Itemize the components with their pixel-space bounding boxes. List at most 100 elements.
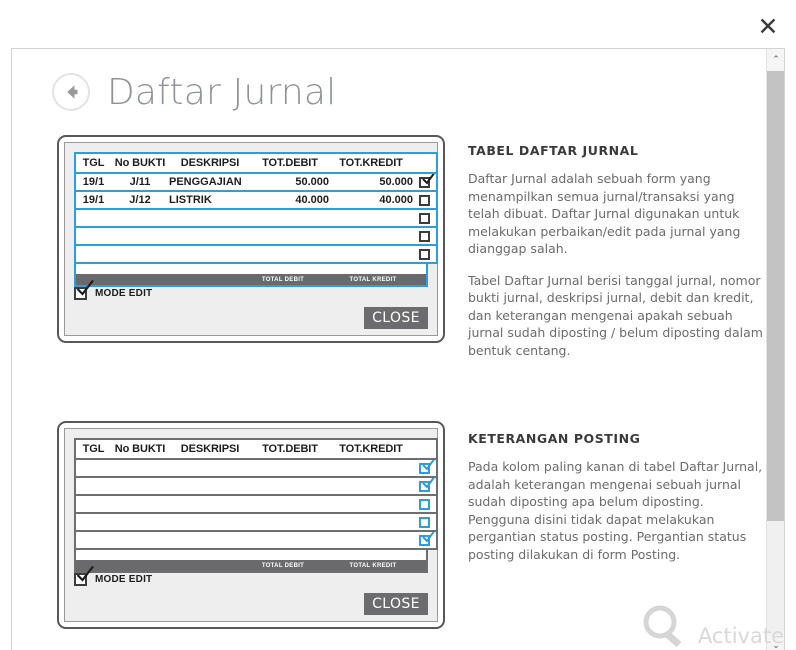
- mode-edit-checkbox[interactable]: MODE EDIT: [74, 279, 153, 300]
- checkbox-unchecked-icon[interactable]: [419, 212, 430, 224]
- section-text: KETERANGAN POSTING Pada kolom paling kan…: [468, 431, 764, 563]
- cell-bukti: [111, 531, 169, 549]
- close-button[interactable]: CLOSE: [364, 593, 428, 615]
- totals-bar: TOTAL DEBIT TOTAL KREDIT: [76, 274, 426, 285]
- table-row: [75, 459, 437, 477]
- checkbox-checked-icon[interactable]: [419, 173, 436, 188]
- table-row: [75, 227, 437, 245]
- cell-deskripsi: [169, 459, 251, 477]
- cell-kredit: [329, 531, 413, 549]
- mode-edit-label: MODE EDIT: [95, 288, 153, 299]
- cell-kredit: [329, 477, 413, 495]
- cell-deskripsi: [169, 477, 251, 495]
- col-bukti: No BUKTI: [114, 443, 166, 455]
- cell-posting[interactable]: [413, 173, 437, 191]
- checkbox-checked-icon[interactable]: [419, 477, 436, 492]
- scroll-up-arrow-icon[interactable]: ⌃: [767, 49, 784, 71]
- cell-debit: [251, 209, 329, 227]
- cell-deskripsi: [169, 531, 251, 549]
- total-debit-label: TOTAL DEBIT: [261, 562, 305, 569]
- table-row: [75, 245, 437, 263]
- col-posting: [413, 153, 437, 173]
- section-paragraph: Pada kolom paling kanan di tabel Daftar …: [468, 459, 763, 562]
- cell-tgl: [75, 531, 111, 549]
- cell-debit: [251, 513, 329, 531]
- cell-tgl: [75, 245, 111, 263]
- cell-tgl: [75, 477, 111, 495]
- window-close-icon[interactable]: ✕: [754, 12, 782, 40]
- cell-kredit: 40.000: [379, 194, 413, 206]
- arrow-left-icon: [60, 81, 82, 103]
- close-button[interactable]: CLOSE: [364, 307, 428, 329]
- cell-bukti: [111, 513, 169, 531]
- screenshot-panel: TGL No BUKTI DESKRIPSI TOT.DEBIT TOT.KRE…: [57, 135, 445, 343]
- checkbox-checked-icon[interactable]: [74, 565, 94, 586]
- cell-deskripsi: [169, 495, 251, 513]
- cell-posting[interactable]: [413, 209, 437, 227]
- cell-posting[interactable]: [413, 531, 437, 549]
- col-deskripsi: DESKRIPSI: [180, 157, 240, 169]
- cell-posting[interactable]: [413, 459, 437, 477]
- cell-bukti: [111, 227, 169, 245]
- table-totals-area: TOTAL DEBIT TOTAL KREDIT: [74, 550, 428, 573]
- section-heading: KETERANGAN POSTING: [468, 431, 641, 446]
- cell-bukti: J/11: [129, 176, 151, 188]
- cell-kredit: [329, 459, 413, 477]
- cell-deskripsi: [169, 227, 251, 245]
- journal-table: TGL No BUKTI DESKRIPSI TOT.DEBIT TOT.KRE…: [74, 152, 438, 264]
- cell-posting[interactable]: [413, 245, 437, 263]
- mode-edit-label: MODE EDIT: [95, 574, 153, 585]
- journal-table: TGL No BUKTI DESKRIPSI TOT.DEBIT TOT.KRE…: [74, 438, 438, 550]
- dialog-content: TGL No BUKTI DESKRIPSI TOT.DEBIT TOT.KRE…: [12, 135, 776, 650]
- table-row: [75, 209, 437, 227]
- panel-footer: MODE EDIT CLOSE: [74, 279, 428, 331]
- total-debit-label: TOTAL DEBIT: [261, 276, 305, 283]
- cell-tgl: [75, 209, 111, 227]
- cell-deskripsi: [169, 245, 251, 263]
- col-debit: TOT.DEBIT: [262, 157, 318, 169]
- checkbox-checked-icon[interactable]: [419, 531, 436, 546]
- panel-footer: MODE EDIT CLOSE: [74, 565, 428, 617]
- cell-bukti: [111, 245, 169, 263]
- table-row: 19/1 J/11 PENGGAJIAN 50.000 50.000: [75, 173, 437, 191]
- table-row: [75, 531, 437, 549]
- section-heading: TABEL DAFTAR JURNAL: [468, 143, 639, 158]
- cell-posting[interactable]: [413, 495, 437, 513]
- cell-deskripsi: LISTRIK: [169, 194, 212, 206]
- app-root: ✕ Daftar Jurnal ⌃ ⌄ TGL No BUKTI DESKRIP…: [0, 0, 796, 650]
- checkbox-unchecked-icon[interactable]: [419, 498, 430, 510]
- table-totals-area: TOTAL DEBIT TOTAL KREDIT: [74, 264, 428, 287]
- total-kredit-label: TOTAL KREDIT: [349, 562, 397, 569]
- help-dialog: Daftar Jurnal ⌃ ⌄ TGL No BUKTI DESKRIPSI…: [11, 48, 785, 650]
- table-row: 19/1 J/12 LISTRIK 40.000 40.000: [75, 191, 437, 209]
- cell-kredit: [329, 495, 413, 513]
- cell-tgl: [75, 513, 111, 531]
- col-tgl: TGL: [82, 443, 105, 455]
- cell-kredit: [329, 209, 413, 227]
- checkbox-unchecked-icon[interactable]: [419, 516, 430, 528]
- cell-kredit: [329, 245, 413, 263]
- cell-kredit: 50.000: [379, 176, 413, 188]
- page-title: Daftar Jurnal: [107, 71, 337, 113]
- checkbox-unchecked-icon[interactable]: [419, 248, 430, 260]
- cell-tgl: [75, 495, 111, 513]
- cell-debit: [251, 227, 329, 245]
- back-button[interactable]: [52, 73, 90, 111]
- cell-bukti: [111, 495, 169, 513]
- cell-bukti: [111, 459, 169, 477]
- cell-deskripsi: [169, 209, 251, 227]
- checkbox-unchecked-icon[interactable]: [419, 230, 430, 242]
- cell-posting[interactable]: [413, 513, 437, 531]
- col-deskripsi: DESKRIPSI: [180, 443, 240, 455]
- table-header-row: TGL No BUKTI DESKRIPSI TOT.DEBIT TOT.KRE…: [75, 439, 437, 459]
- cell-debit: [251, 477, 329, 495]
- checkbox-checked-icon[interactable]: [74, 279, 94, 300]
- cell-posting[interactable]: [413, 191, 437, 209]
- cell-posting[interactable]: [413, 227, 437, 245]
- mode-edit-checkbox[interactable]: MODE EDIT: [74, 565, 153, 586]
- cell-posting[interactable]: [413, 477, 437, 495]
- checkbox-unchecked-icon[interactable]: [419, 194, 430, 206]
- cell-deskripsi: PENGGAJIAN: [169, 176, 242, 188]
- col-bukti: No BUKTI: [114, 157, 166, 169]
- checkbox-checked-icon[interactable]: [419, 459, 436, 474]
